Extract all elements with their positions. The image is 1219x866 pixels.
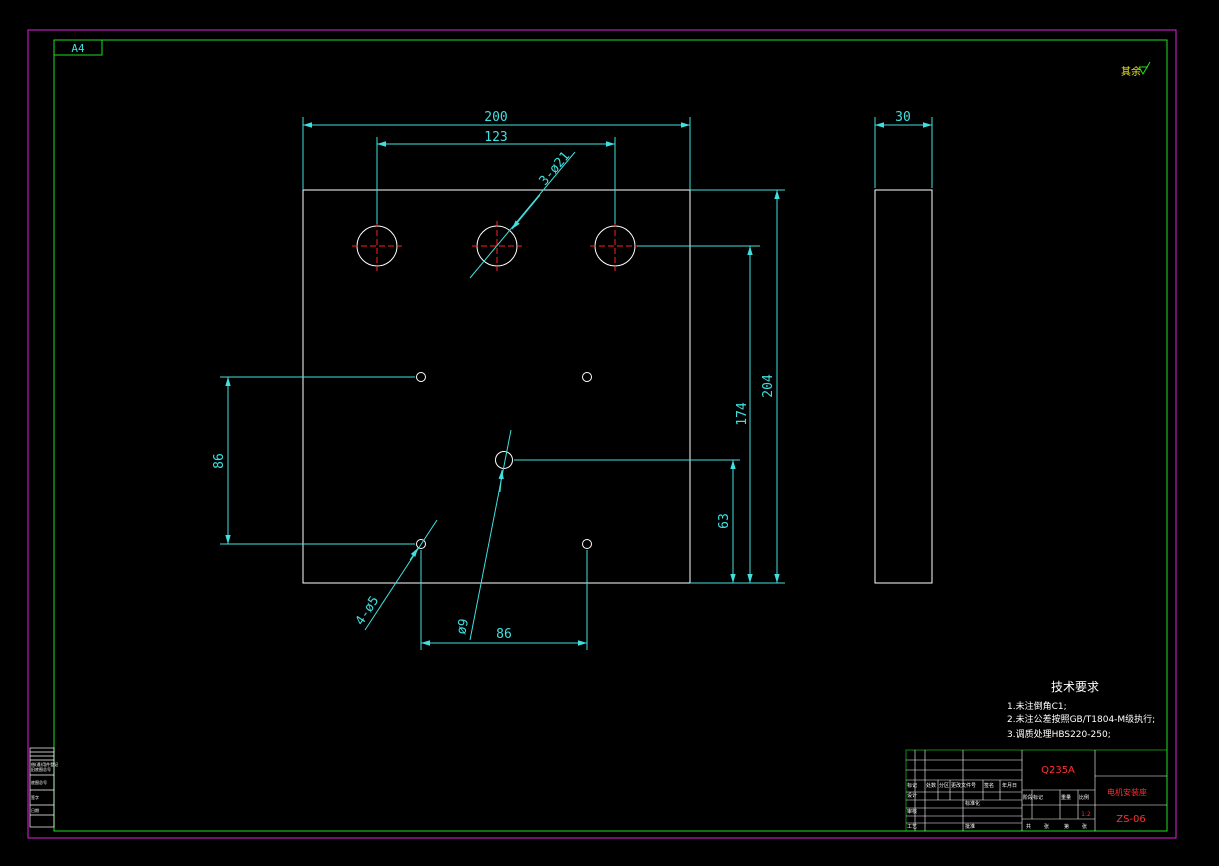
title-scale: 1:2 [1081, 811, 1091, 818]
dim-text-d9: ø9 [454, 617, 472, 635]
side-registration-table [29, 747, 55, 828]
dim-text-200: 200 [484, 110, 507, 125]
title-role-1: 审核 [907, 808, 917, 815]
title-header-3: 更改文件号 [951, 782, 976, 789]
title-sheet-1: 张 [1044, 823, 1049, 830]
leader-3-d21-arrow [511, 194, 541, 230]
side-label-5: 日期 [31, 807, 39, 813]
title-drawing-number: ZS-06 [1116, 814, 1146, 825]
dim-text-174: 174 [735, 402, 750, 426]
title-sheet-3: 张 [1082, 823, 1087, 830]
inner-frame [53, 39, 1168, 832]
title-role-2: 工艺 [907, 824, 917, 830]
tech-req-item-2: 2.未注公差按照GB/T1804-M级执行; [1007, 713, 1155, 725]
dim-text-204: 204 [761, 374, 776, 398]
title-sheet-2: 第 [1064, 823, 1069, 830]
tech-req-item-1: 1.未注倒角C1; [1007, 700, 1067, 712]
side-label-3: 底图总号 [31, 779, 47, 785]
plate-side-outline [874, 189, 933, 584]
leader-d9-arrow [498, 469, 504, 493]
title-stage-2: 比例 [1079, 794, 1089, 801]
sheet-size-label: A4 [71, 42, 85, 55]
title-header-0: 标记 [907, 782, 917, 789]
big-hole-right [590, 221, 640, 271]
leader-4-d5-arrow [409, 547, 419, 561]
outer-frame [27, 29, 1177, 839]
dim-text-86-vertical: 86 [212, 453, 227, 469]
tech-req-title: 技术要求 [1051, 680, 1099, 694]
tech-req-item-3: 3.调质处理HBS220-250; [1007, 728, 1111, 740]
title-stage-1: 重量 [1061, 794, 1071, 801]
leader-d9 [469, 429, 512, 641]
title-material: Q235A [1041, 765, 1075, 776]
leader-4-d5 [364, 519, 438, 631]
side-label-2: 旧底图总号 [31, 766, 51, 772]
title-stage-0: 阶段标记 [1023, 794, 1043, 801]
title-part-name: 电机安装座 [1107, 787, 1147, 797]
small-hole-top-right [582, 372, 592, 382]
title-sheet-0: 共 [1026, 823, 1031, 830]
big-hole-left [352, 221, 402, 271]
title-role-0: 设计 [907, 792, 917, 799]
cad-drawing: A4 其余 借(通)用件登记 旧底图总号 底图总号 签字 日期 200 123 … [27, 29, 1177, 839]
title-header-5: 年月日 [1002, 782, 1017, 789]
title-header-1: 处数 [926, 782, 936, 789]
title-header-2: 分区 [939, 782, 949, 789]
small-hole-top-left [416, 372, 426, 382]
title-header-4: 签名 [984, 782, 994, 789]
side-label-4: 签字 [31, 794, 39, 800]
dim-text-3-d21: 3-ø21 [537, 149, 574, 189]
dim-text-123: 123 [484, 130, 507, 145]
dim-text-86-horizontal: 86 [496, 627, 512, 642]
small-hole-bottom-right [582, 539, 592, 549]
dim-text-30: 30 [895, 110, 911, 125]
roughness-mark: 其余 [1121, 65, 1141, 78]
title-sub-1: 批准 [965, 823, 975, 830]
dim-text-63: 63 [717, 513, 732, 529]
title-sub-0: 标准化 [965, 800, 980, 807]
